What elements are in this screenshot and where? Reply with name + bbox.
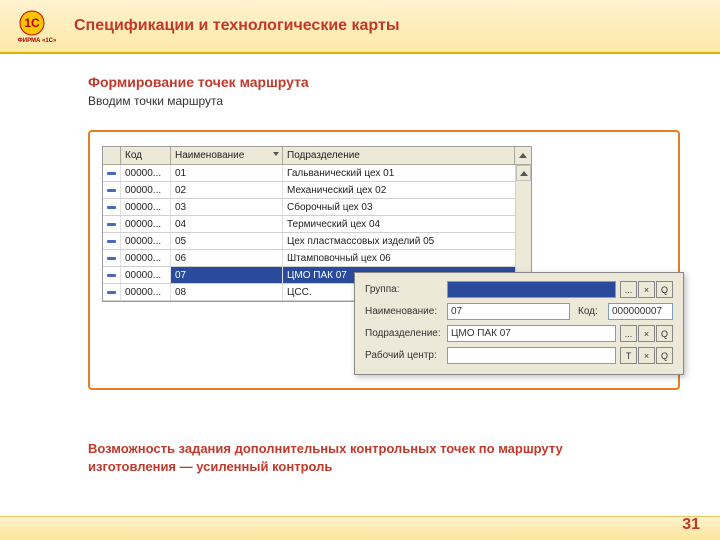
table-row[interactable]: 00000...06Штамповочный цех 06 <box>103 250 531 267</box>
row-handle-icon <box>103 182 121 198</box>
table-row[interactable]: 00000...02Механический цех 02 <box>103 182 531 199</box>
group-clear-button[interactable]: × <box>638 281 655 298</box>
table-row[interactable]: 00000...01Гальванический цех 01 <box>103 165 531 182</box>
cell-dept: Гальванический цех 01 <box>283 165 531 181</box>
input-code[interactable]: 000000007 <box>608 303 673 320</box>
cell-name: 01 <box>171 165 283 181</box>
cell-dept: Цех пластмассовых изделий 05 <box>283 233 531 249</box>
dept-dots-button[interactable]: ... <box>620 325 637 342</box>
dept-lookup-button[interactable]: Q <box>656 325 673 342</box>
center-clear-button[interactable]: × <box>638 347 655 364</box>
content-area: Формирование точек маршрута Вводим точки… <box>88 74 680 390</box>
center-lookup-button[interactable]: Q <box>656 347 673 364</box>
logo-1c: 1C ФИРМА «1С» <box>12 5 62 47</box>
dept-clear-button[interactable]: × <box>638 325 655 342</box>
label-center: Рабочий центр: <box>365 350 447 361</box>
cell-name: 06 <box>171 250 283 266</box>
svg-text:1C: 1C <box>24 16 40 30</box>
row-handle-icon <box>103 250 121 266</box>
group-lookup-button[interactable]: Q <box>656 281 673 298</box>
row-handle-icon <box>103 233 121 249</box>
label-code: Код: <box>578 306 608 317</box>
cell-code: 00000... <box>121 199 171 215</box>
scroll-up-button[interactable] <box>516 165 531 181</box>
group-dots-button[interactable]: ... <box>620 281 637 298</box>
cell-name: 02 <box>171 182 283 198</box>
cell-name: 04 <box>171 216 283 232</box>
cell-code: 00000... <box>121 284 171 300</box>
page-title: Спецификации и технологические карты <box>74 17 399 35</box>
cell-code: 00000... <box>121 250 171 266</box>
center-t-button[interactable]: T <box>620 347 637 364</box>
input-dept[interactable]: ЦМО ПАК 07 <box>447 325 616 342</box>
cell-code: 00000... <box>121 233 171 249</box>
cell-dept: Сборочный цех 03 <box>283 199 531 215</box>
cell-dept: Штамповочный цех 06 <box>283 250 531 266</box>
label-dept: Подразделение: <box>365 328 447 339</box>
cell-name: 08 <box>171 284 283 300</box>
section-subtitle: Формирование точек маршрута <box>88 74 680 90</box>
col-scroll-header <box>515 147 531 164</box>
label-name: Наименование: <box>365 306 447 317</box>
page-number: 31 <box>682 516 700 534</box>
table-row[interactable]: 00000...05Цех пластмассовых изделий 05 <box>103 233 531 250</box>
footer-band <box>0 516 720 540</box>
table-row[interactable]: 00000...03Сборочный цех 03 <box>103 199 531 216</box>
cell-name: 05 <box>171 233 283 249</box>
col-handle <box>103 147 121 164</box>
row-handle-icon <box>103 165 121 181</box>
row-handle-icon <box>103 199 121 215</box>
label-group: Группа: <box>365 284 447 295</box>
cell-code: 00000... <box>121 165 171 181</box>
cell-code: 00000... <box>121 182 171 198</box>
header-band: 1C ФИРМА «1С» Спецификации и технологиче… <box>0 0 720 54</box>
screenshot-panel: Код Наименование Подразделение 00000...0… <box>88 130 680 390</box>
cell-name: 03 <box>171 199 283 215</box>
detail-form: Группа: ... × Q Наименование: 07 Код: 00… <box>354 272 684 375</box>
footer-note: Возможность задания дополнительных контр… <box>88 440 628 475</box>
cell-code: 00000... <box>121 267 171 283</box>
input-name[interactable]: 07 <box>447 303 570 320</box>
cell-code: 00000... <box>121 216 171 232</box>
col-code[interactable]: Код <box>121 147 171 164</box>
row-handle-icon <box>103 284 121 300</box>
table-header: Код Наименование Подразделение <box>103 147 531 165</box>
cell-name: 07 <box>171 267 283 283</box>
table-row[interactable]: 00000...04Термический цех 04 <box>103 216 531 233</box>
section-text: Вводим точки маршрута <box>88 94 680 108</box>
row-handle-icon <box>103 216 121 232</box>
input-center[interactable] <box>447 347 616 364</box>
input-group[interactable] <box>447 281 616 298</box>
sort-indicator-icon <box>273 152 279 156</box>
cell-dept: Термический цех 04 <box>283 216 531 232</box>
col-name[interactable]: Наименование <box>171 147 283 164</box>
row-handle-icon <box>103 267 121 283</box>
cell-dept: Механический цех 02 <box>283 182 531 198</box>
col-dept[interactable]: Подразделение <box>283 147 515 164</box>
